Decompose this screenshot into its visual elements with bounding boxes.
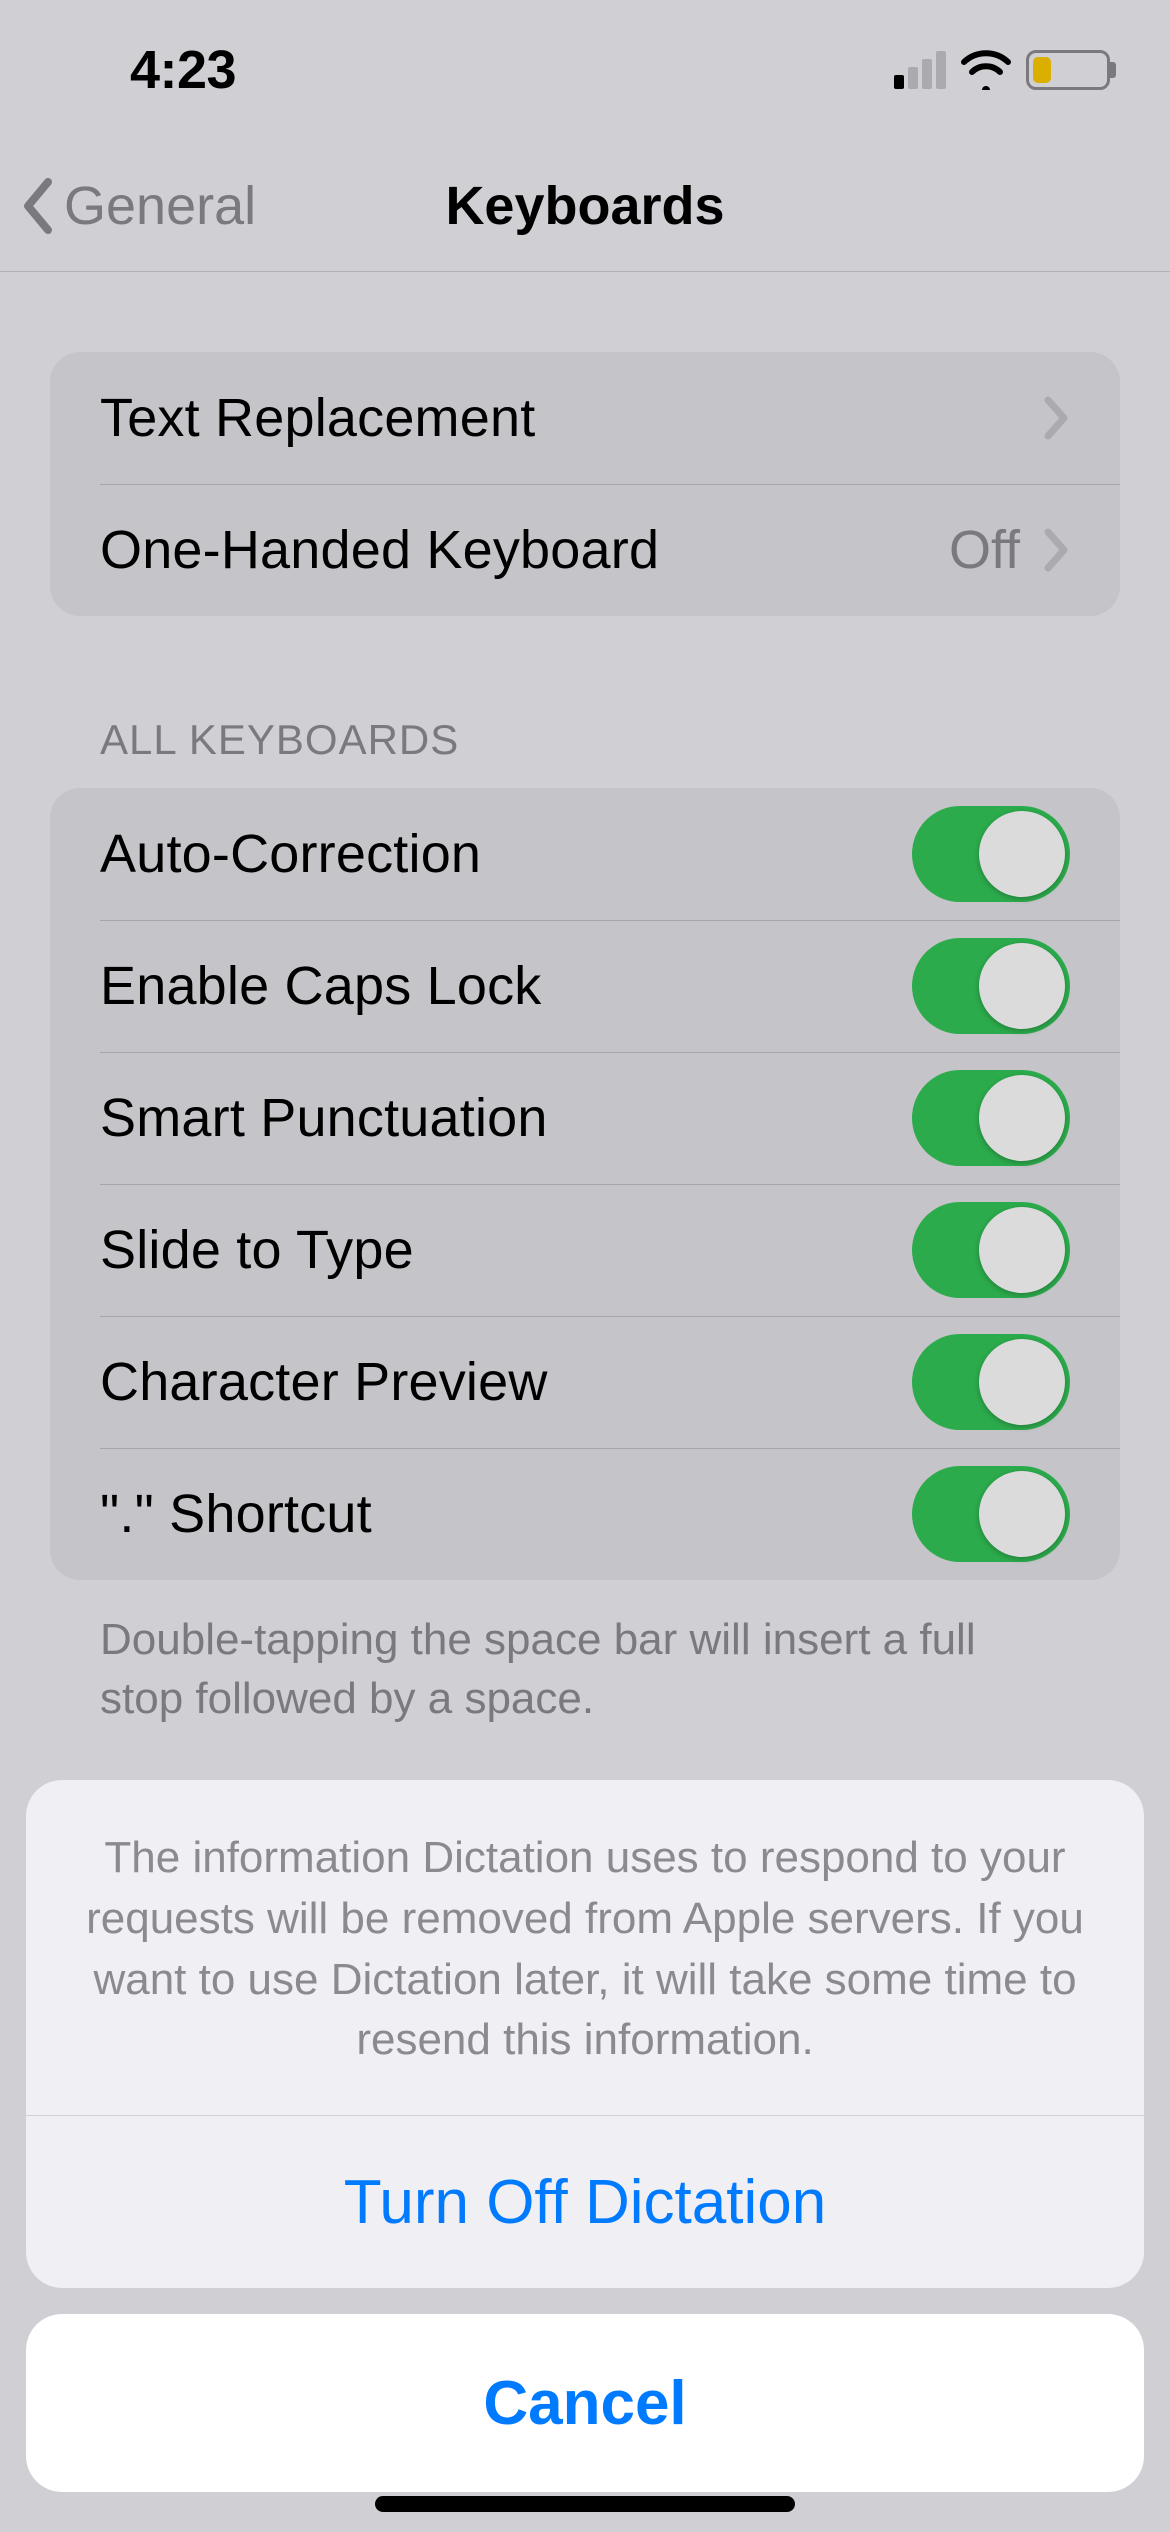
action-sheet-card: The information Dictation uses to respon…	[26, 1780, 1144, 2288]
cancel-button[interactable]: Cancel	[26, 2314, 1144, 2492]
action-sheet-message: The information Dictation uses to respon…	[26, 1780, 1144, 2116]
home-indicator[interactable]	[375, 2496, 795, 2512]
turn-off-dictation-button[interactable]: Turn Off Dictation	[26, 2116, 1144, 2288]
action-sheet: The information Dictation uses to respon…	[26, 1780, 1144, 2492]
